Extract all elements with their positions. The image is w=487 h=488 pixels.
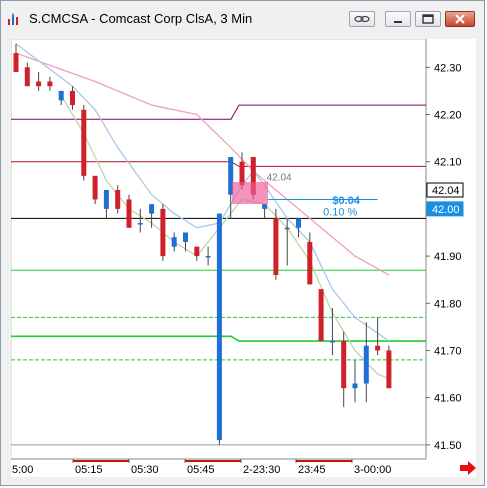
candle-body [284, 227, 290, 230]
candle-body [205, 256, 211, 258]
candle [216, 213, 222, 445]
price-tick-label: 41.60 [434, 393, 462, 405]
price-axis: 42.30 42.20 42.10 42.00 41.90 41.80 41.70 41.60… [426, 62, 464, 452]
price-tick-label: 41.80 [434, 298, 462, 310]
current-price-label: 42.04 [432, 185, 460, 197]
price-tick-label: 42.20 [434, 110, 462, 122]
candle-body [239, 161, 245, 186]
title-bar[interactable]: S.CMCSA - Comcast Corp ClsA, 3 Min [1, 1, 484, 35]
candle-body [307, 241, 313, 285]
candle-body [318, 289, 324, 342]
candle [126, 194, 132, 228]
candle-body [262, 204, 268, 209]
time-axis: 5:00 05:15 05:30 05:45 2-23:30 23:45 3-00:00 [9, 459, 391, 476]
candle-body [70, 90, 75, 106]
maximize-button[interactable] [415, 11, 441, 27]
candle-body [92, 175, 98, 200]
candle-body [296, 218, 301, 228]
price-tick-label: 41.70 [434, 345, 462, 357]
candle-body [341, 341, 347, 389]
time-tick-label: 5:00 [12, 464, 33, 476]
candle-body [363, 345, 369, 384]
price-tick-label: 41.50 [434, 440, 462, 452]
candle-body [386, 350, 392, 389]
price-chart[interactable]: 42.30 42.20 42.10 42.00 41.90 41.80 41.70 41.60… [9, 38, 476, 477]
candle-body [171, 237, 177, 247]
candle-body [160, 208, 166, 257]
candlestick-chart[interactable]: 42.30 42.20 42.10 42.00 41.90 41.80 41.70 41.60… [9, 38, 476, 477]
candle-body [329, 341, 335, 343]
time-tick-label: 05:30 [131, 464, 159, 476]
close-icon [455, 14, 465, 24]
chart-app-icon [8, 13, 18, 25]
close-button[interactable] [445, 11, 475, 27]
price-tick-label: 42.30 [434, 62, 462, 74]
measure-percent: 0.10 % [323, 207, 357, 219]
measure-level-label: 42.04 [267, 173, 292, 184]
candle-body [103, 190, 109, 209]
candle-body [194, 246, 200, 257]
candle-body [216, 213, 222, 441]
candle [386, 345, 392, 389]
session-strip [296, 460, 352, 462]
candle-body [13, 53, 19, 73]
candle-body [36, 81, 42, 87]
candle [160, 204, 166, 261]
candle-body [81, 109, 87, 176]
candle-body [47, 81, 53, 87]
candle-body [273, 218, 279, 275]
maximize-icon [422, 14, 434, 24]
candle-body [375, 345, 381, 351]
measure-value: $0.04 [332, 195, 360, 207]
candle [81, 105, 87, 181]
window-title: S.CMCSA - Comcast Corp ClsA, 3 Min [29, 11, 253, 26]
scroll-right-arrow-icon[interactable] [459, 461, 477, 475]
time-tick-label: 3-00:00 [354, 464, 391, 476]
time-tick-label: 05:15 [75, 464, 103, 476]
minimize-icon [394, 21, 402, 23]
candle-body [126, 199, 132, 228]
candle-body [352, 383, 358, 389]
session-strip [73, 460, 129, 462]
time-tick-label: 05:45 [187, 464, 215, 476]
candle-body [137, 223, 143, 225]
candle-body [24, 67, 30, 87]
price-tick-label: 41.90 [434, 251, 462, 263]
cursor-price-label: 42.00 [432, 204, 460, 216]
link-button[interactable] [349, 11, 375, 27]
measure-box[interactable] [232, 182, 268, 205]
candle [318, 289, 324, 342]
chart-window: S.CMCSA - Comcast Corp ClsA, 3 Min 42.30… [0, 0, 485, 486]
time-tick-label: 23:45 [298, 464, 326, 476]
candle [273, 208, 279, 280]
candle-body [58, 90, 64, 101]
candle-body [115, 190, 121, 209]
session-strip [185, 460, 241, 462]
candle-body [149, 204, 155, 214]
price-tick-label: 42.10 [434, 157, 462, 169]
minimize-button[interactable] [385, 11, 411, 27]
time-tick-label: 2-23:30 [243, 464, 280, 476]
link-icon [354, 15, 370, 23]
candle-body [183, 232, 188, 242]
